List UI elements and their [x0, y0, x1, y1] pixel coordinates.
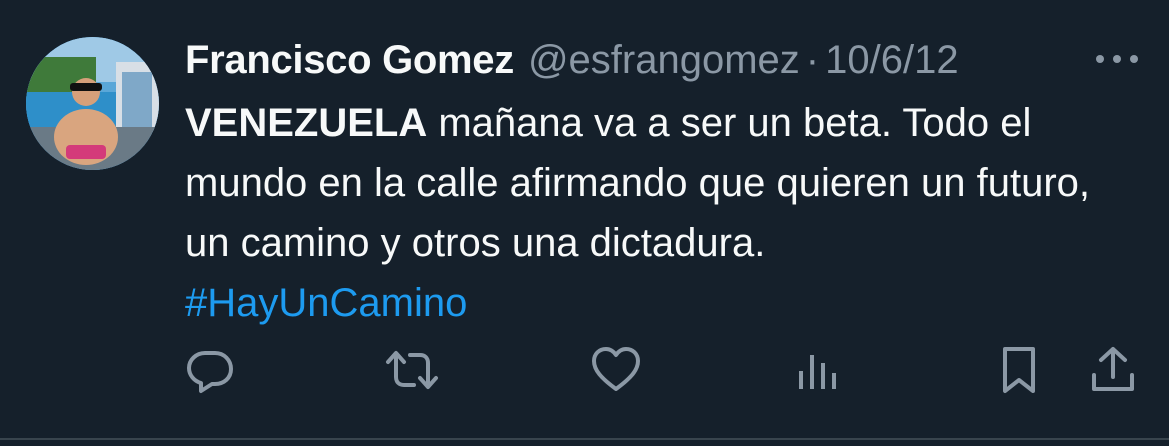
bookmark-button[interactable] — [989, 340, 1049, 400]
retweet-button[interactable] — [382, 340, 442, 400]
separator-dot: · — [805, 38, 820, 82]
reply-icon — [187, 351, 233, 393]
share-button[interactable] — [1083, 340, 1143, 400]
like-button[interactable] — [586, 340, 646, 400]
views-icon — [799, 355, 836, 389]
author-handle[interactable]: @esfrangomez — [528, 36, 800, 84]
bookmark-icon — [1003, 347, 1035, 393]
avatar[interactable] — [26, 37, 159, 170]
more-options-icon[interactable] — [1094, 50, 1140, 68]
views-button[interactable] — [788, 340, 848, 400]
tweet-actions — [0, 340, 1169, 404]
tweet-text: VENEZUELA mañana va a ser un beta. Todo … — [185, 93, 1135, 333]
tweet-card[interactable]: Francisco Gomez @esfrangomez · 10/6/12 V… — [0, 0, 1169, 446]
reply-button[interactable] — [180, 340, 240, 400]
avatar-image — [26, 37, 159, 170]
retweet-icon — [386, 351, 438, 389]
hashtag-link[interactable]: #HayUnCamino — [185, 273, 1135, 333]
author-name[interactable]: Francisco Gomez — [185, 36, 514, 84]
share-icon — [1092, 347, 1134, 391]
tweet-text-bold: VENEZUELA — [185, 101, 428, 145]
tweet-date[interactable]: 10/6/12 — [825, 36, 958, 84]
tweet-header: Francisco Gomez @esfrangomez · 10/6/12 — [185, 36, 959, 84]
heart-icon — [592, 347, 640, 391]
bottom-divider — [0, 438, 1169, 440]
